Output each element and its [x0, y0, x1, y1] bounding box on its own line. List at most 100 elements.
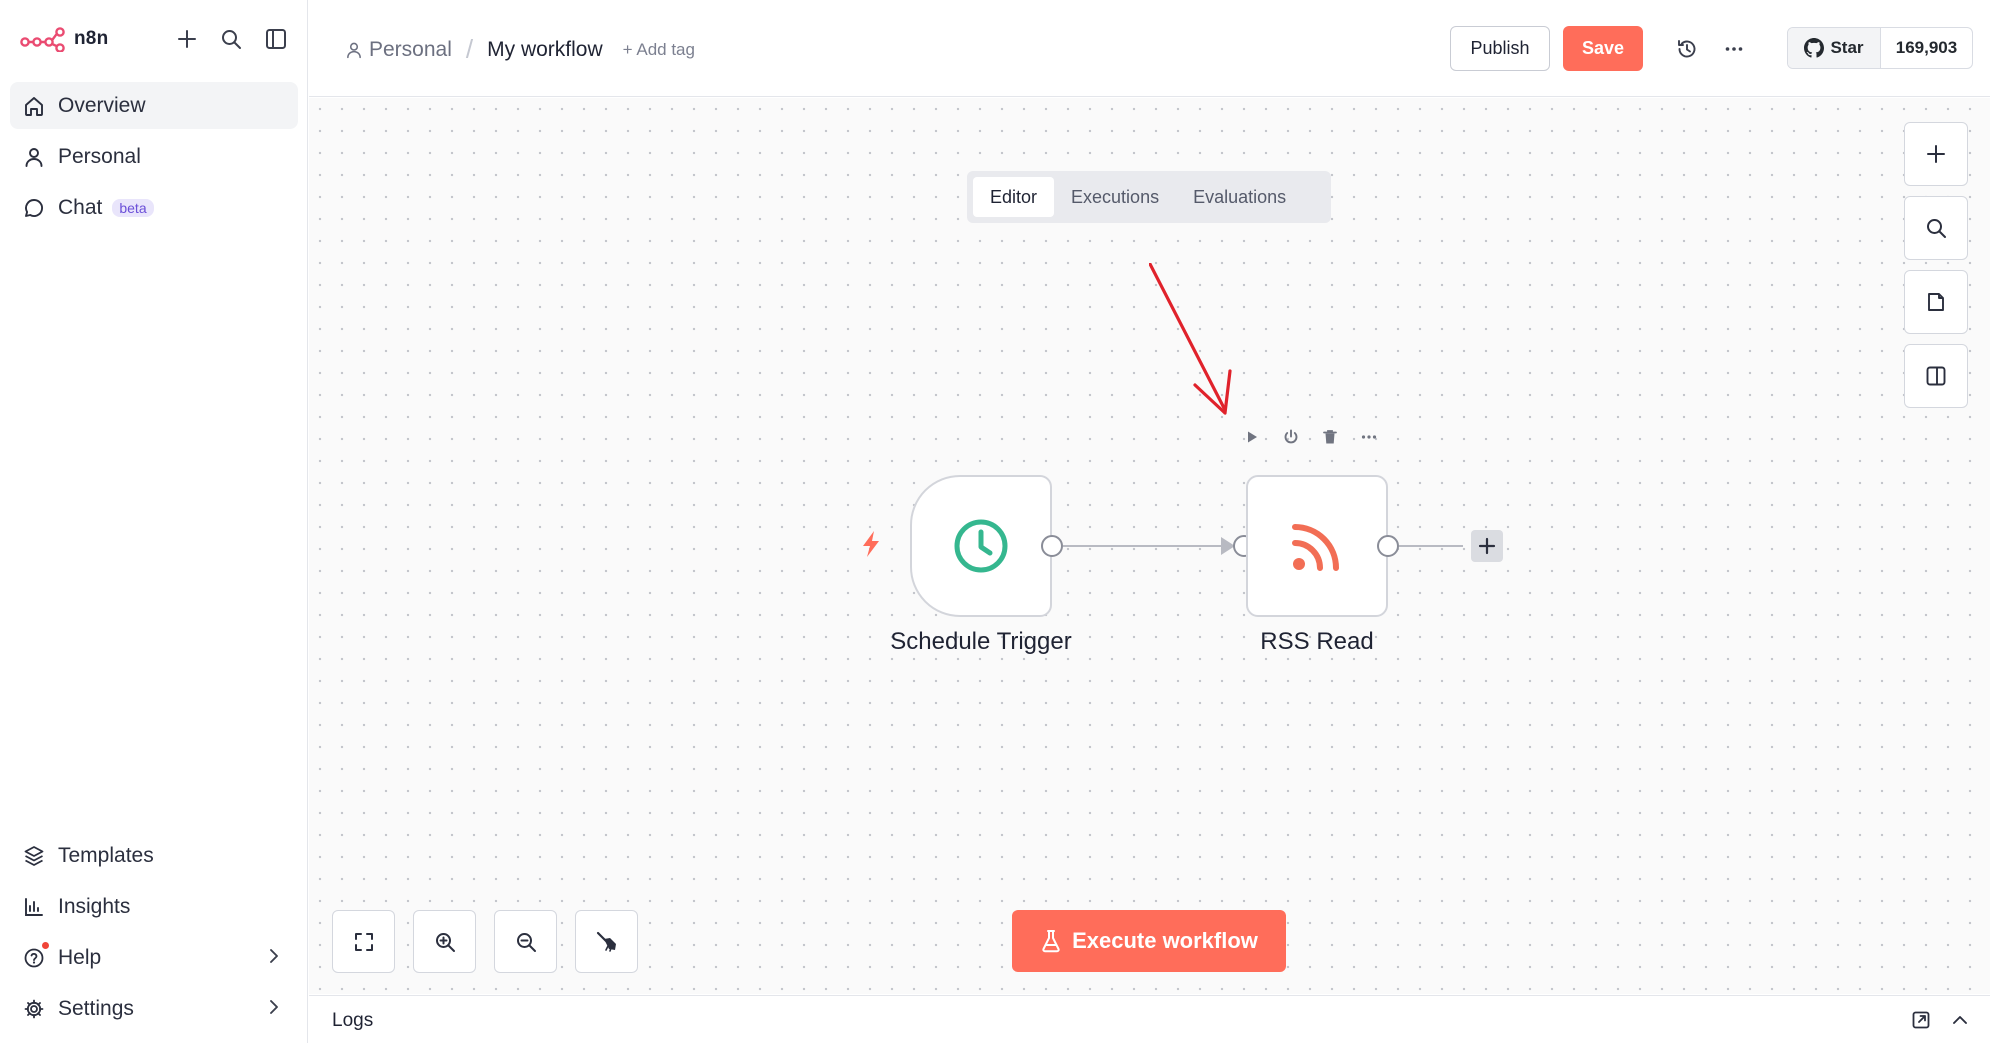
github-star-button[interactable]: Star — [1788, 28, 1881, 68]
ellipsis-icon — [1725, 47, 1743, 51]
clock-icon — [954, 519, 1008, 573]
add-tag-button[interactable]: + Add tag — [623, 40, 695, 60]
delete-node-button[interactable] — [1314, 421, 1346, 453]
add-sticky-note-button[interactable] — [1904, 270, 1968, 334]
zoom-in-button[interactable] — [413, 910, 476, 973]
play-icon — [1248, 431, 1257, 443]
notification-dot — [42, 942, 49, 949]
plus-icon — [1927, 145, 1945, 163]
sidebar-item-insights[interactable]: Insights — [10, 883, 298, 930]
chevron-right-icon — [264, 997, 284, 1023]
user-icon — [22, 145, 46, 169]
plus-icon — [178, 30, 196, 48]
workflow-canvas[interactable]: Editor Executions Evaluations Schedule T… — [309, 98, 1990, 994]
ellipsis-icon — [1361, 435, 1377, 439]
toggle-panel-button[interactable] — [1904, 344, 1968, 408]
expand-logs-button[interactable] — [1946, 1006, 1974, 1034]
pop-out-logs-button[interactable] — [1907, 1006, 1935, 1034]
project-name: Personal — [369, 37, 452, 61]
node-more-button[interactable] — [1353, 421, 1385, 453]
sidebar-toggle-icon — [266, 29, 286, 49]
search-icon — [222, 30, 241, 49]
version-history-button[interactable] — [1670, 32, 1704, 66]
chevron-right-icon — [264, 946, 284, 972]
sidebar: n8n Overview Personal Chat beta Template… — [0, 0, 308, 1043]
sticky-note-icon — [1928, 293, 1944, 311]
breadcrumb: Personal / My workflow + Add tag — [345, 34, 695, 65]
collapse-sidebar-button[interactable] — [259, 22, 293, 56]
sidebar-item-personal[interactable]: Personal — [10, 133, 298, 180]
sidebar-item-chat[interactable]: Chat beta — [10, 184, 298, 231]
more-options-button[interactable] — [1717, 32, 1751, 66]
n8n-logo[interactable]: n8n — [20, 22, 108, 56]
user-icon — [347, 42, 361, 58]
help-icon — [22, 946, 46, 970]
output-handle[interactable] — [1377, 535, 1399, 557]
annotation-arrow-icon — [1149, 263, 1232, 415]
sidebar-item-label: Chat — [58, 195, 103, 219]
tab-executions[interactable]: Executions — [1054, 177, 1176, 217]
tab-evaluations[interactable]: Evaluations — [1176, 177, 1303, 217]
breadcrumb-project[interactable]: Personal — [345, 38, 452, 62]
view-tabs: Editor Executions Evaluations — [967, 171, 1331, 223]
sidebar-item-label: Insights — [58, 894, 131, 918]
trigger-bolt-icon — [863, 531, 879, 557]
deactivate-node-button[interactable] — [1275, 421, 1307, 453]
sidebar-item-templates[interactable]: Templates — [10, 832, 298, 879]
panel-icon — [1926, 366, 1946, 386]
node-rss-read[interactable] — [1246, 475, 1388, 617]
output-handle[interactable] — [1041, 535, 1063, 557]
tidy-up-button[interactable] — [575, 910, 638, 973]
add-node-button[interactable] — [1904, 122, 1968, 186]
zoom-in-icon — [435, 932, 455, 952]
zoom-out-icon — [516, 932, 536, 952]
search-icon — [1927, 219, 1946, 238]
beta-badge: beta — [112, 198, 154, 217]
gear-icon — [22, 997, 46, 1021]
chat-icon — [22, 196, 46, 220]
github-star-widget: Star 169,903 — [1787, 27, 1973, 69]
tab-editor[interactable]: Editor — [973, 177, 1055, 217]
zoom-to-fit-button[interactable] — [332, 910, 395, 973]
history-icon — [1678, 40, 1696, 58]
rss-icon — [1292, 524, 1339, 571]
sidebar-item-label: Overview — [58, 93, 146, 117]
templates-icon — [22, 844, 46, 868]
create-button[interactable] — [170, 22, 204, 56]
logs-panel[interactable]: Logs — [309, 995, 1990, 1043]
add-next-node-button[interactable] — [1471, 530, 1503, 562]
publish-button[interactable]: Publish — [1450, 26, 1550, 71]
github-icon — [1804, 38, 1825, 58]
execute-workflow-button[interactable]: Execute workflow — [1012, 910, 1286, 972]
save-button[interactable]: Save — [1563, 26, 1643, 71]
search-button[interactable] — [214, 22, 248, 56]
sidebar-item-label: Help — [58, 945, 102, 969]
sidebar-item-overview[interactable]: Overview — [10, 82, 298, 129]
pop-out-icon — [1912, 1011, 1930, 1029]
connection-line — [1399, 545, 1463, 547]
node-label-schedule-trigger: Schedule Trigger — [890, 628, 1072, 655]
sidebar-item-help[interactable]: Help — [10, 934, 298, 981]
power-icon — [1284, 429, 1298, 444]
chevron-up-icon — [1953, 1016, 1967, 1024]
node-schedule-trigger[interactable] — [910, 475, 1052, 617]
bar-chart-icon — [22, 895, 46, 919]
broom-icon — [596, 931, 616, 952]
sidebar-item-label: Settings — [58, 996, 134, 1020]
app-name: n8n — [74, 28, 109, 49]
github-star-count[interactable]: 169,903 — [1881, 28, 1972, 68]
node-toolbar — [1236, 421, 1392, 453]
execute-workflow-label: Execute workflow — [1072, 928, 1258, 953]
sidebar-header: n8n — [20, 22, 300, 56]
home-icon — [22, 94, 46, 118]
sidebar-item-settings[interactable]: Settings — [10, 985, 298, 1032]
fit-view-icon — [354, 932, 373, 951]
connection-line[interactable] — [1063, 545, 1229, 547]
node-label-rss-read: RSS Read — [1260, 628, 1374, 655]
search-nodes-button[interactable] — [1904, 196, 1968, 260]
n8n-logo-icon — [20, 27, 65, 52]
zoom-out-button[interactable] — [494, 910, 557, 973]
github-star-label: Star — [1830, 38, 1864, 57]
execute-step-button[interactable] — [1236, 421, 1268, 453]
workflow-name[interactable]: My workflow — [487, 38, 603, 62]
